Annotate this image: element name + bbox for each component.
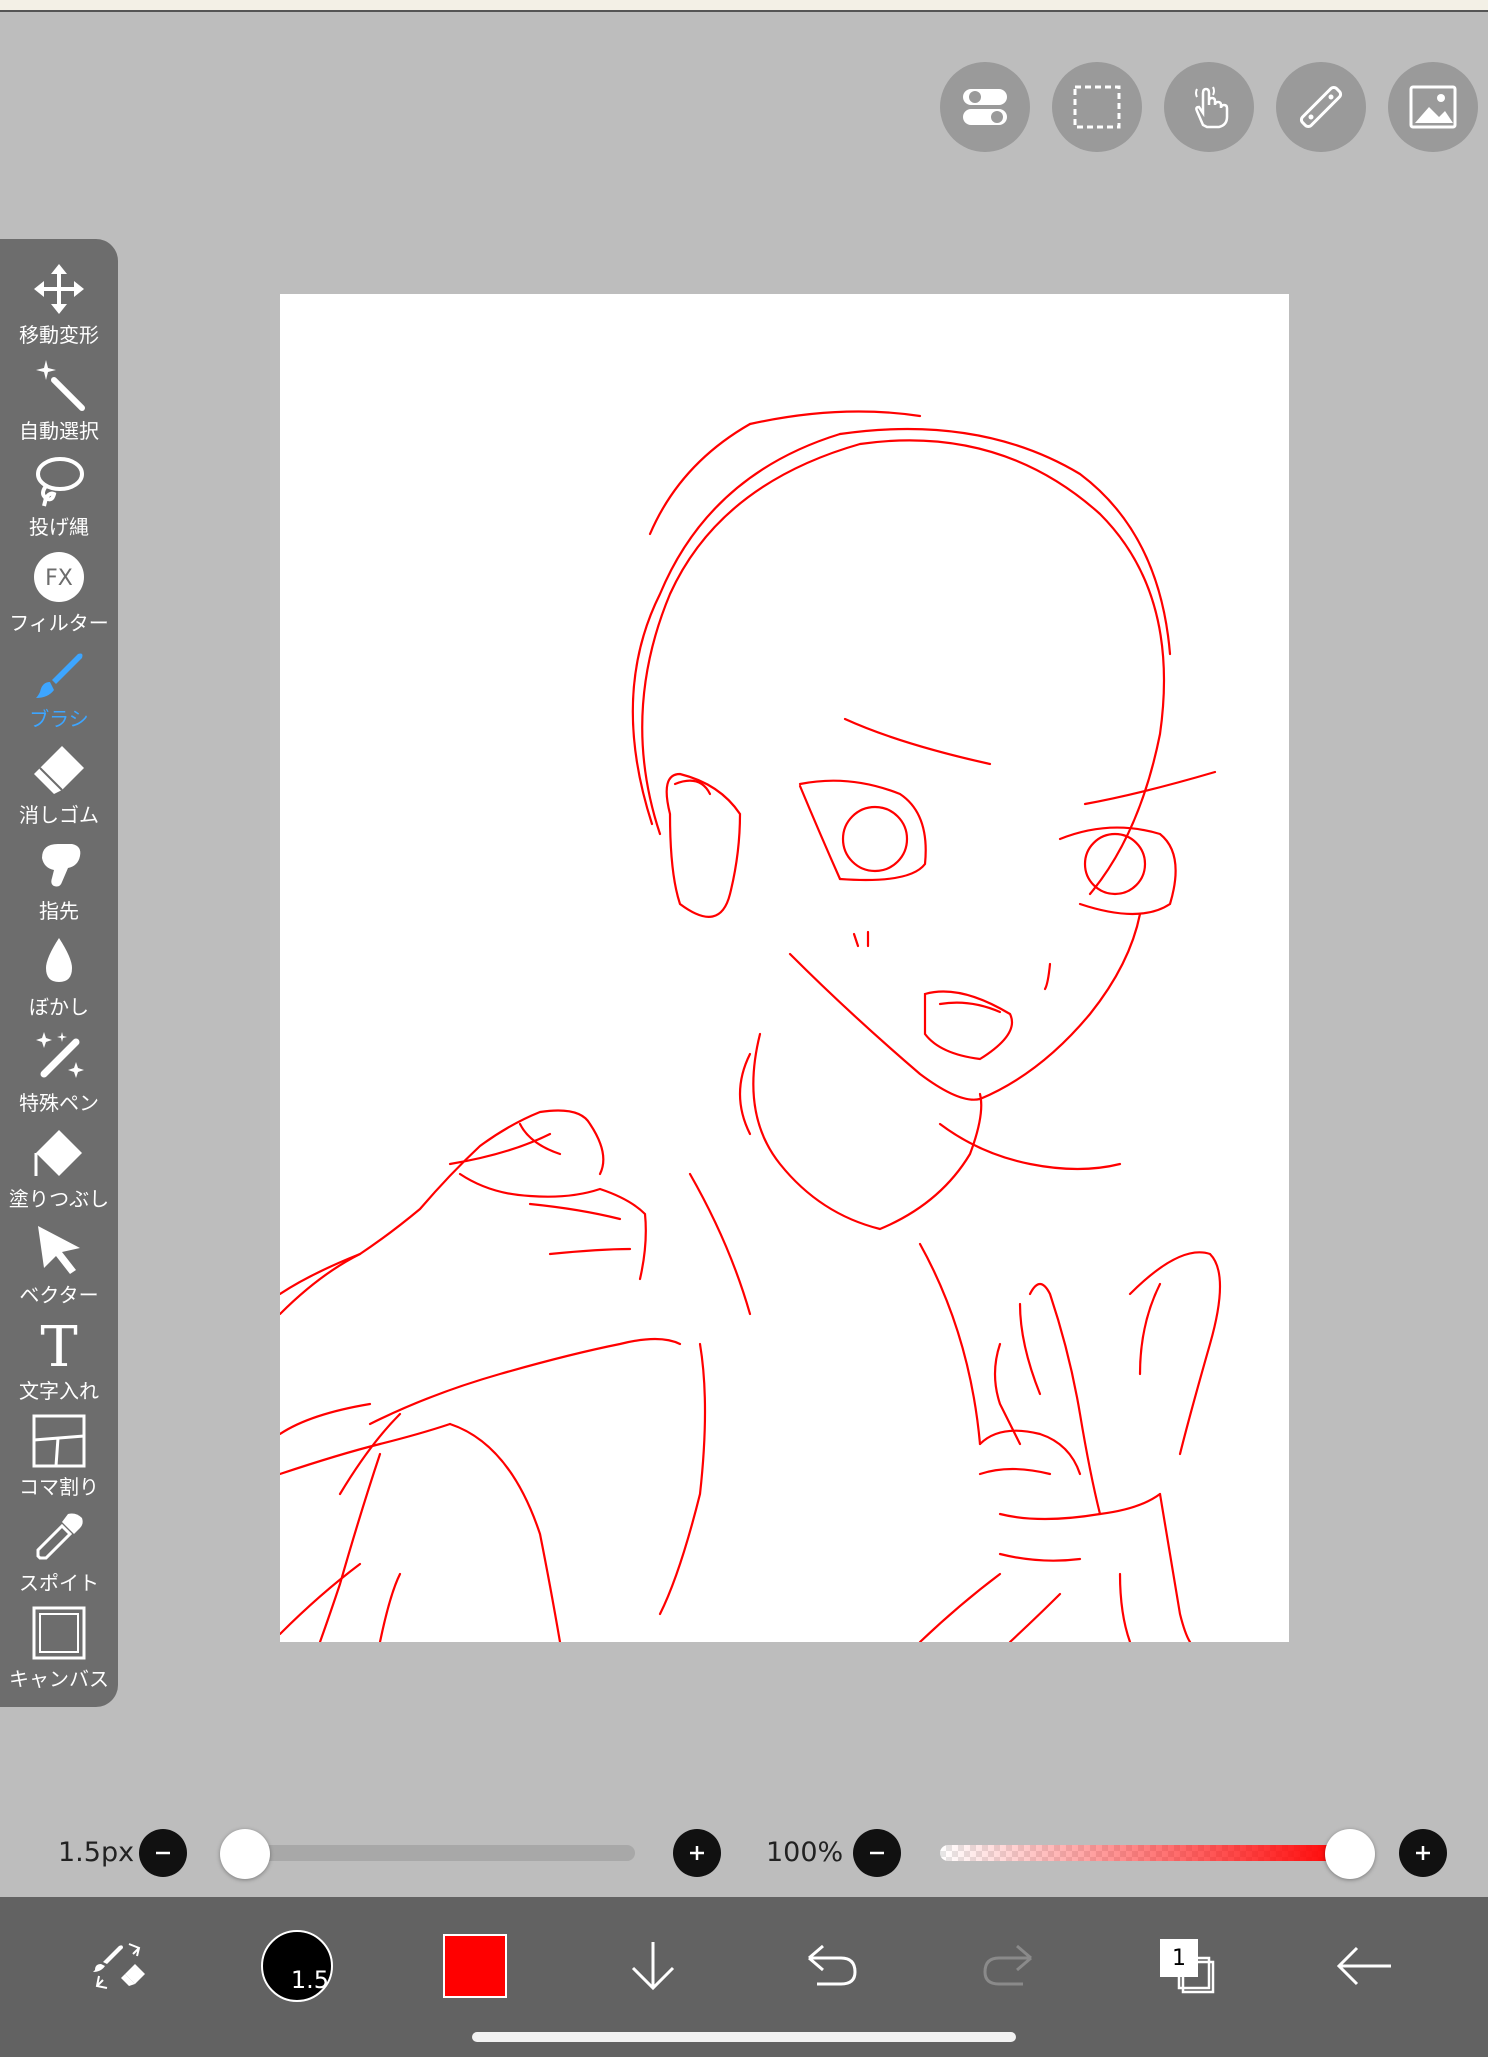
ruler-button[interactable] (1276, 62, 1366, 152)
current-color-swatch (443, 1934, 507, 1998)
image-button[interactable] (1388, 62, 1478, 152)
tool-label: ブラシ (29, 707, 89, 731)
minus-icon (156, 1851, 170, 1855)
eyedropper-icon (36, 1513, 83, 1560)
tool-label: フィルター (9, 611, 109, 635)
tool-label: ぼかし (29, 995, 89, 1019)
tool-eraser[interactable]: 消しゴム (0, 739, 118, 835)
tool-panel[interactable]: コマ割り (0, 1411, 118, 1507)
brush-size-slider[interactable] (245, 1845, 635, 1861)
tool-text[interactable]: T 文字入れ (0, 1315, 118, 1411)
brush-icon (36, 653, 83, 698)
lasso-icon (36, 457, 84, 507)
undo-icon (808, 1944, 857, 1986)
panel-icon (32, 1414, 86, 1468)
status-bar (0, 0, 1488, 12)
toggle-icon (963, 89, 1007, 125)
back-button[interactable] (1320, 1921, 1410, 2011)
brush-settings-bar: 1.5px 100% (0, 1825, 1488, 1881)
svg-text:T: T (40, 1318, 77, 1372)
blur-drop-icon (46, 938, 72, 982)
drawing-canvas[interactable] (280, 294, 1289, 1642)
tool-sidebar: 移動変形 自動選択 投げ縄 FX フィルター ブラシ 消しゴム 指先 ぼかし 特… (0, 239, 118, 1707)
move-icon (34, 264, 84, 314)
opacity-decrease-button[interactable] (853, 1829, 901, 1877)
tool-brush[interactable]: ブラシ (0, 643, 118, 739)
canvas-icon (32, 1606, 86, 1660)
minus-icon (870, 1851, 884, 1855)
tool-label: 投げ縄 (29, 515, 89, 539)
brush-eraser-swap-icon (93, 1943, 145, 1989)
tool-label: 塗りつぶし (8, 1187, 110, 1211)
brush-size-increase-button[interactable] (673, 1829, 721, 1877)
ruler-icon (1299, 85, 1343, 129)
special-pen-icon (36, 1032, 84, 1078)
tool-label: 文字入れ (19, 1379, 99, 1403)
fx-icon: FX (34, 552, 84, 602)
tool-auto-select[interactable]: 自動選択 (0, 355, 118, 451)
hand-touch-button[interactable] (1164, 62, 1254, 152)
toggle-button[interactable] (940, 62, 1030, 152)
swap-brush-eraser-button[interactable] (74, 1921, 164, 2011)
sketch-drawing (280, 410, 1222, 1642)
opacity-label: 100% (766, 1837, 844, 1868)
layers-button[interactable]: 1 (1142, 1921, 1232, 2011)
download-button[interactable] (608, 1921, 698, 2011)
brush-size-decrease-button[interactable] (139, 1829, 187, 1877)
home-indicator (472, 2032, 1016, 2042)
tool-fill[interactable]: 塗りつぶし (0, 1123, 118, 1219)
plus-icon (690, 1846, 704, 1860)
tool-label: コマ割り (19, 1475, 99, 1499)
svg-text:FX: FX (45, 566, 73, 591)
tool-eyedropper[interactable]: スポイト (0, 1507, 118, 1603)
fill-icon (34, 1130, 82, 1176)
vector-cursor-icon (38, 1226, 80, 1274)
tool-move[interactable]: 移動変形 (0, 259, 118, 355)
layer-count: 1 (1160, 1939, 1198, 1977)
tool-blur[interactable]: ぼかし (0, 931, 118, 1027)
color-picker-button[interactable] (430, 1921, 520, 2011)
plus-icon (1416, 1846, 1430, 1860)
tool-label: 移動変形 (19, 323, 99, 347)
tool-lasso[interactable]: 投げ縄 (0, 451, 118, 547)
redo-button[interactable] (964, 1921, 1054, 2011)
brush-size-label: 1.5px (58, 1837, 135, 1868)
arrow-left-icon (1336, 1946, 1391, 1986)
brush-size-slider-knob[interactable] (220, 1829, 270, 1879)
tool-label: 消しゴム (19, 803, 99, 827)
opacity-slider-knob[interactable] (1325, 1829, 1375, 1879)
tool-special-pen[interactable]: 特殊ペン (0, 1027, 118, 1123)
tool-label: スポイト (19, 1571, 99, 1595)
tool-filter[interactable]: FX フィルター (0, 547, 118, 643)
opacity-increase-button[interactable] (1399, 1829, 1447, 1877)
tool-label: 自動選択 (19, 419, 99, 443)
brush-preview-label: 1.5 (290, 1966, 329, 1994)
tool-label: キャンバス (9, 1667, 109, 1691)
selection-button[interactable] (1052, 62, 1142, 152)
brush-size-preview-button[interactable]: 1.5 (252, 1921, 342, 2011)
magic-wand-icon (36, 360, 85, 411)
tool-canvas[interactable]: キャンバス (0, 1603, 118, 1699)
undo-button[interactable] (786, 1921, 876, 2011)
tool-label: 特殊ペン (19, 1091, 99, 1115)
finger-icon (42, 844, 81, 887)
eraser-icon (34, 746, 84, 794)
arrow-down-icon (631, 1942, 675, 1991)
brush-preview-circle: 1.5 (261, 1930, 333, 2002)
tool-label: ベクター (19, 1283, 99, 1307)
opacity-slider[interactable] (940, 1845, 1350, 1861)
tool-label: 指先 (39, 899, 79, 923)
text-icon: T (40, 1318, 77, 1372)
selection-icon (1073, 85, 1121, 129)
tool-finger[interactable]: 指先 (0, 835, 118, 931)
hand-touch-icon (1195, 86, 1229, 129)
tool-vector[interactable]: ベクター (0, 1219, 118, 1315)
redo-icon (983, 1944, 1032, 1986)
image-icon (1409, 85, 1457, 129)
